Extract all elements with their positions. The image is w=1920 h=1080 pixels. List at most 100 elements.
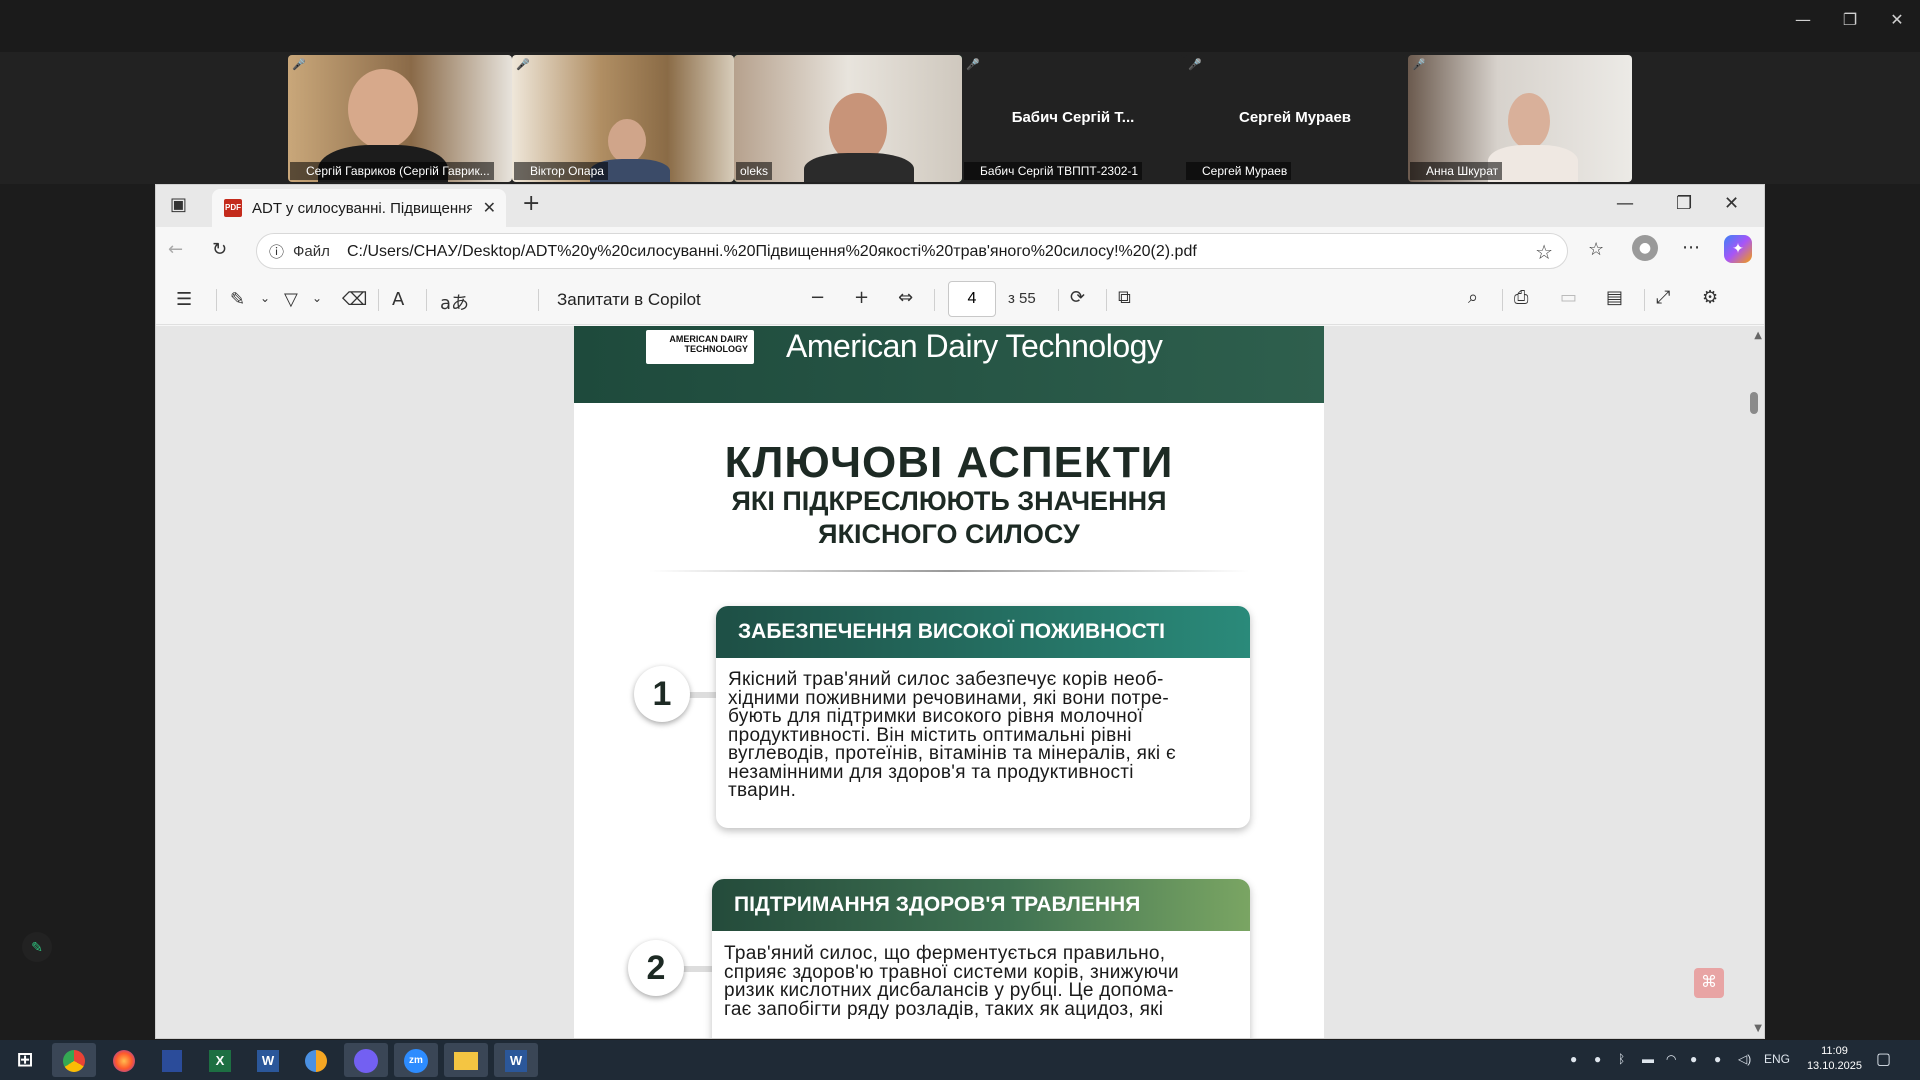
zoom-in-icon[interactable]: +	[854, 287, 869, 308]
language-indicator[interactable]: ENG	[1764, 1052, 1790, 1066]
scroll-thumb[interactable]	[1750, 392, 1758, 414]
page-count: з 55	[1008, 290, 1036, 307]
security-icon[interactable]: ●	[1714, 1052, 1721, 1066]
notifications-icon[interactable]: ▢	[1876, 1049, 1891, 1069]
zoom-title-bar: — ❐ ✕	[0, 0, 1920, 52]
info-icon[interactable]: ⓘ	[269, 241, 284, 262]
tab-pdf[interactable]: PDF ADT у силосуванні. Підвищення якості…	[212, 189, 506, 227]
back-arrow-icon[interactable]: ←	[168, 239, 183, 260]
zoom-out-icon[interactable]: −	[810, 287, 825, 308]
participant-video-strip: 🎤 Сергій Гавриков (Сергій Гаврик... 🎤 Ві…	[0, 52, 1920, 184]
chrome-app-icon[interactable]	[52, 1043, 96, 1077]
page-number-input[interactable]: 4	[948, 281, 996, 317]
page-subheading: ЯКІ ПІДКРЕСЛЮЮТЬ ЗНАЧЕННЯ	[731, 486, 1167, 516]
participant-tile-active[interactable]: oleks	[734, 55, 962, 182]
file-explorer-icon[interactable]	[444, 1043, 488, 1077]
tab-actions-icon[interactable]: ▣	[170, 194, 187, 215]
new-tab-button[interactable]: +	[522, 191, 540, 216]
zoom-app-icon[interactable]: zm	[394, 1043, 438, 1077]
contents-list-icon[interactable]: ☰	[176, 289, 192, 310]
pdf-viewer[interactable]: AMERICAN DAIRY TECHNOLOGY American Dairy…	[156, 326, 1764, 1038]
page-heading: КЛЮЧОВІ АСПЕКТИ	[724, 438, 1174, 487]
draw-icon[interactable]: ▽	[284, 289, 298, 310]
participant-tile[interactable]: Бабич Сергій Т... 🎤 Бабич Сергій ТВППТ-2…	[962, 55, 1184, 182]
zoom-close-button[interactable]: ✕	[1877, 10, 1917, 29]
eraser-icon[interactable]: ⌫	[342, 289, 367, 310]
url-text[interactable]: C:/Users/CHAУ/Desktop/ADT%20у%20силосува…	[347, 243, 1197, 261]
calendar-app-icon[interactable]	[150, 1043, 194, 1077]
translate-icon[interactable]: aあ	[440, 289, 469, 315]
brand-banner: AMERICAN DAIRY TECHNOLOGY American Dairy…	[574, 326, 1324, 403]
rotate-icon[interactable]: ⟳	[1070, 287, 1085, 308]
microphone-icon[interactable]: ●	[1690, 1052, 1697, 1066]
muted-mic-icon: 🎤	[966, 59, 980, 71]
viber-app-icon[interactable]	[344, 1043, 388, 1077]
close-tab-icon[interactable]: ✕	[483, 198, 496, 218]
save-as-icon[interactable]: ▤	[1606, 287, 1623, 308]
excel-app-icon[interactable]: X	[198, 1043, 242, 1077]
annotate-pen-icon[interactable]: ✎	[22, 932, 52, 962]
address-bar-row: ← ↻ ⓘ Файл C:/Users/CHAУ/Desktop/ADT%20у…	[156, 227, 1764, 275]
search-icon[interactable]: ⌕	[1468, 287, 1478, 308]
card-title: ПІДТРИМАННЯ ЗДОРОВ'Я ТРАВЛЕННЯ	[712, 879, 1250, 931]
firefox-app-icon[interactable]	[102, 1043, 146, 1077]
chevron-down-icon[interactable]: ⌄	[312, 291, 322, 305]
save-icon[interactable]: ▭	[1560, 287, 1577, 308]
brand-name: American Dairy Technology	[786, 328, 1163, 364]
ask-copilot-button[interactable]: Запитати в Copilot	[557, 290, 701, 310]
participant-name: Сергей Мураев	[1186, 162, 1292, 180]
tab-title: ADT у силосуванні. Підвищення якості	[252, 200, 472, 217]
participant-name: Бабич Сергій ТВППТ-2302-1	[964, 162, 1143, 180]
item-number: 2	[628, 940, 684, 996]
browser-close-button[interactable]: ✕	[1724, 193, 1739, 214]
windows-taskbar: ⊞ X W zm W ● ● ᛒ ▬ ◠ ● ● ◁) ENG 11:09 13…	[0, 1040, 1920, 1080]
network-icon[interactable]: ◠	[1666, 1052, 1676, 1066]
card-title: ЗАБЕЗПЕЧЕННЯ ВИСОКОЇ ПОЖИВНОСТІ	[716, 606, 1250, 658]
zoom-tray-icon[interactable]: ●	[1594, 1052, 1601, 1066]
page-view-icon[interactable]: ⧉	[1118, 287, 1131, 308]
participant-tile[interactable]: 🎤 Віктор Опара	[512, 55, 734, 182]
word-app-icon[interactable]: W	[494, 1043, 538, 1077]
read-aloud-icon[interactable]: A	[392, 289, 404, 310]
battery-icon[interactable]: ▬	[1642, 1052, 1654, 1066]
fit-width-icon[interactable]: ⇔	[898, 287, 913, 308]
chevron-down-icon[interactable]: ⌄	[260, 291, 270, 305]
page-subheading: ЯКІСНОГО СИЛОСУ	[818, 519, 1080, 549]
fullscreen-icon[interactable]: ⤢	[1656, 287, 1670, 308]
muted-mic-icon: 🎤	[516, 59, 530, 71]
participant-tile[interactable]: 🎤 Сергій Гавриков (Сергій Гаврик...	[288, 55, 512, 182]
refresh-icon[interactable]: ↻	[212, 239, 227, 260]
print-icon[interactable]: ⎙	[1514, 287, 1528, 308]
profile-avatar-icon[interactable]: ●	[1632, 235, 1658, 261]
browser-minimize-button[interactable]: —	[1616, 193, 1634, 214]
vertical-scrollbar[interactable]: ▲ ▼	[1746, 326, 1764, 1038]
scroll-up-icon[interactable]: ▲	[1754, 330, 1762, 341]
browser-restore-button[interactable]: ❐	[1676, 193, 1692, 214]
highlight-icon[interactable]: ✎	[230, 289, 245, 310]
word-app-icon[interactable]: W	[246, 1043, 290, 1077]
participant-tile[interactable]: Сергей Мураев 🎤 Сергей Мураев	[1184, 55, 1406, 182]
start-button[interactable]: ⊞	[4, 1043, 46, 1077]
card-body: Трав'яний силос, що ферментується правил…	[724, 943, 1179, 1020]
volume-icon[interactable]: ◁)	[1738, 1052, 1751, 1066]
chromium-app-icon[interactable]	[294, 1043, 338, 1077]
zoom-minimize-button[interactable]: —	[1783, 10, 1823, 29]
adt-logo: AMERICAN DAIRY TECHNOLOGY	[646, 330, 754, 364]
settings-gear-icon[interactable]: ⚙	[1702, 287, 1718, 308]
scroll-down-icon[interactable]: ▼	[1754, 1023, 1762, 1034]
favorites-icon[interactable]: ☆	[1588, 239, 1604, 260]
bluetooth-icon[interactable]: ᛒ	[1618, 1052, 1625, 1066]
acrobat-icon[interactable]: ⌘	[1694, 968, 1724, 998]
participant-display-name: Сергей Мураев	[1238, 109, 1352, 126]
viber-tray-icon[interactable]: ●	[1570, 1052, 1577, 1066]
zoom-restore-button[interactable]: ❐	[1830, 10, 1870, 29]
participant-display-name: Бабич Сергій Т...	[1011, 109, 1135, 126]
participant-name: Віктор Опара	[514, 162, 608, 180]
clock[interactable]: 11:09 13.10.2025	[1807, 1044, 1862, 1074]
address-bar[interactable]: ⓘ Файл C:/Users/CHAУ/Desktop/ADT%20у%20с…	[256, 233, 1568, 269]
pdf-toolbar: ☰ ✎ ⌄ ▽ ⌄ ⌫ A aあ Запитати в Copilot − + …	[156, 275, 1764, 325]
participant-tile[interactable]: 🎤 Анна Шкурат	[1408, 55, 1632, 182]
favorite-star-icon[interactable]: ☆	[1535, 240, 1553, 265]
copilot-icon[interactable]: ✦	[1724, 235, 1752, 263]
more-menu-icon[interactable]: ⋯	[1682, 237, 1700, 258]
